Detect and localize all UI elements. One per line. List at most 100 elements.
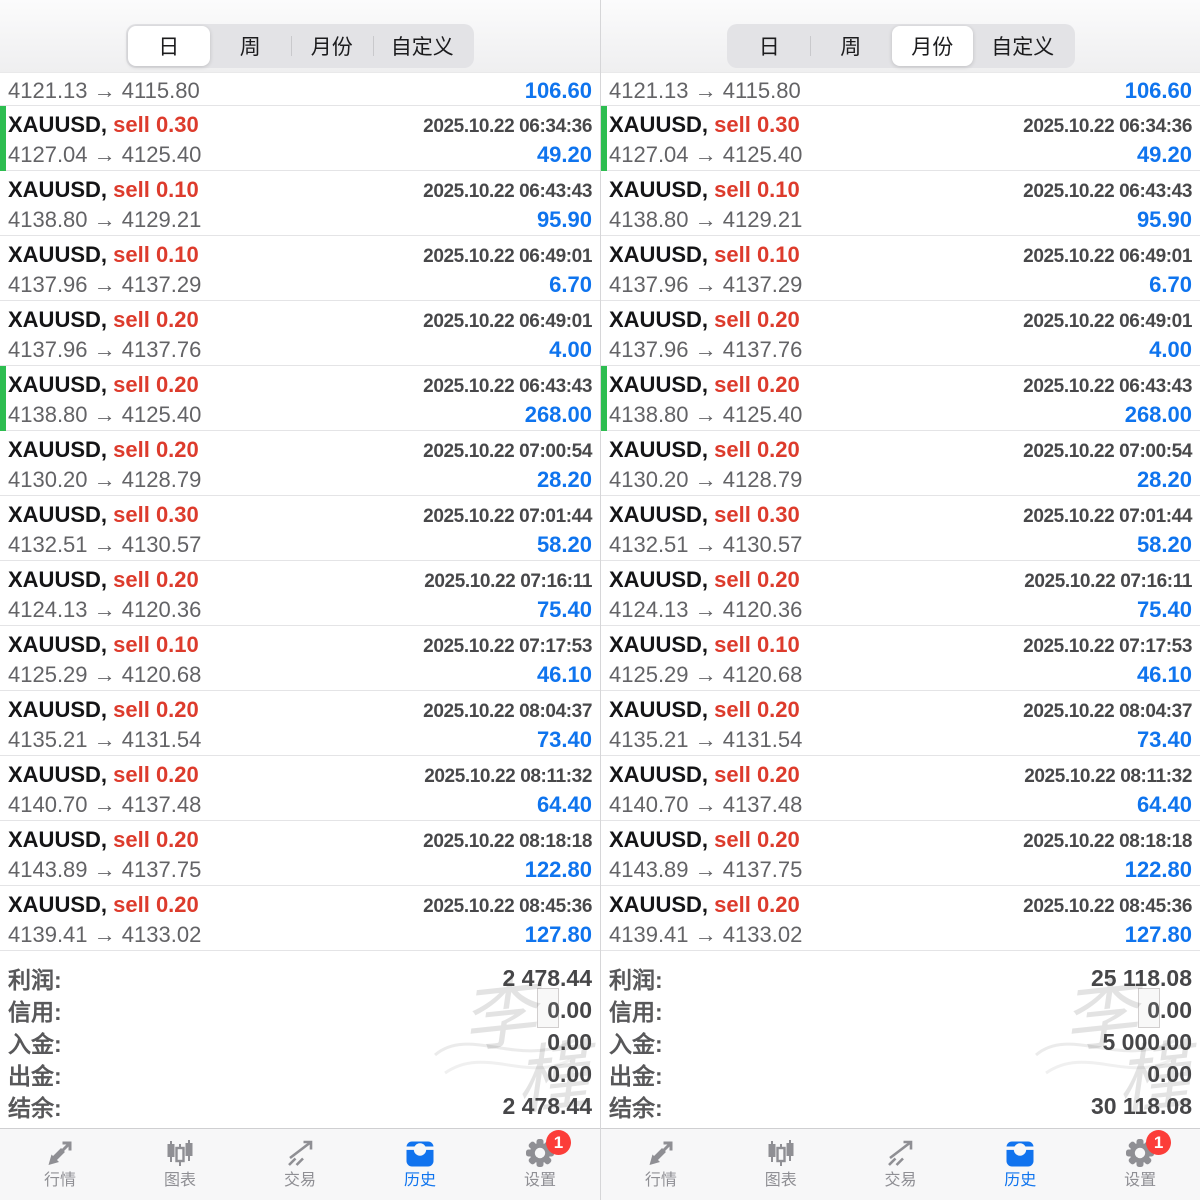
tab-history[interactable]: 历史 [960,1129,1080,1200]
tab-label: 行情 [44,1172,76,1190]
summary-line: 信用: 0.00 [8,994,592,1026]
trade-row[interactable]: XAUUSD, sell 0.10 2025.10.22 07:17:53 41… [0,626,600,691]
trade-row[interactable]: XAUUSD, sell 0.30 2025.10.22 06:34:36 41… [601,106,1200,171]
trade-timestamp: 2025.10.22 07:00:54 [1023,441,1192,463]
trade-profit: 268.00 [525,402,592,428]
trade-timestamp: 2025.10.22 06:49:01 [423,246,592,268]
trade-symbol: XAUUSD, sell 0.20 [8,307,199,333]
trade-row-partial[interactable]: 4121.13 → 4115.80 106.60 [601,73,1200,106]
quotes-icon [41,1134,79,1172]
tab-quotes[interactable]: 行情 [601,1129,721,1200]
trade-row[interactable]: XAUUSD, sell 0.20 2025.10.22 08:11:32 41… [0,756,600,821]
trade-row[interactable]: XAUUSD, sell 0.30 2025.10.22 07:01:44 41… [0,496,600,561]
trade-prices: 4138.80 → 4129.21 [609,207,802,233]
trade-row[interactable]: XAUUSD, sell 0.20 2025.10.22 08:04:37 41… [0,691,600,756]
trade-symbol: XAUUSD, sell 0.20 [609,437,800,463]
trade-symbol: XAUUSD, sell 0.30 [609,502,800,528]
summary-label: 入金: [8,1025,62,1059]
period-tab-2[interactable]: 月份 [291,26,373,66]
trade-row[interactable]: XAUUSD, sell 0.20 2025.10.22 06:49:01 41… [601,301,1200,366]
period-tab-1[interactable]: 周 [210,26,292,66]
tab-chart[interactable]: 图表 [721,1129,841,1200]
trade-row[interactable]: XAUUSD, sell 0.20 2025.10.22 08:45:36 41… [601,886,1200,951]
notification-badge: 1 [546,1130,571,1155]
trade-profit: 49.20 [537,142,592,168]
trade-timestamp: 2025.10.22 07:16:11 [424,571,592,593]
trade-row[interactable]: XAUUSD, sell 0.30 2025.10.22 06:34:36 41… [0,106,600,171]
trade-symbol: XAUUSD, sell 0.20 [8,567,199,593]
period-tab-2[interactable]: 月份 [892,26,974,66]
trade-prices: 4140.70 → 4137.48 [8,792,201,818]
trade-row[interactable]: XAUUSD, sell 0.20 2025.10.22 08:11:32 41… [601,756,1200,821]
trade-prices: 4137.96 → 4137.76 [609,337,802,363]
period-tab-0[interactable]: 日 [729,26,811,66]
trade-row[interactable]: XAUUSD, sell 0.20 2025.10.22 06:43:43 41… [0,366,600,431]
trade-profit: 64.40 [537,792,592,818]
tab-trade[interactable]: 交易 [841,1129,961,1200]
history-icon [401,1134,439,1172]
tab-label: 设置 [1124,1172,1156,1190]
trade-row[interactable]: XAUUSD, sell 0.20 2025.10.22 08:18:18 41… [0,821,600,886]
trade-row[interactable]: XAUUSD, sell 0.10 2025.10.22 06:49:01 41… [0,236,600,301]
arrow-right-icon: → [94,272,116,297]
trade-row-partial[interactable]: 4121.13 → 4115.80 106.60 [0,73,600,106]
trade-prices: 4137.96 → 4137.76 [8,337,201,363]
summary-label: 出金: [8,1057,62,1091]
trade-row[interactable]: XAUUSD, sell 0.20 2025.10.22 08:04:37 41… [601,691,1200,756]
trade-row[interactable]: XAUUSD, sell 0.20 2025.10.22 06:49:01 41… [0,301,600,366]
trade-prices: 4125.29 → 4120.68 [609,662,802,688]
trade-row[interactable]: XAUUSD, sell 0.20 2025.10.22 08:18:18 41… [601,821,1200,886]
trade-timestamp: 2025.10.22 06:43:43 [423,376,592,398]
tab-label: 历史 [1004,1172,1036,1190]
period-tab-0[interactable]: 日 [128,26,210,66]
trade-row[interactable]: XAUUSD, sell 0.10 2025.10.22 07:17:53 41… [601,626,1200,691]
tab-trade[interactable]: 交易 [240,1129,360,1200]
trade-profit: 95.90 [1137,207,1192,233]
period-tab-3[interactable]: 自定义 [973,26,1072,66]
period-tab-3[interactable]: 自定义 [373,26,472,66]
tab-history[interactable]: 历史 [360,1129,480,1200]
trade-prices: 4121.13 → 4115.80 [609,78,801,104]
summary-label: 信用: [8,993,62,1027]
trade-timestamp: 2025.10.22 08:11:32 [424,766,592,788]
summary-line: 入金: 0.00 [8,1026,592,1058]
trade-symbol: XAUUSD, sell 0.20 [8,762,199,788]
tab-settings[interactable]: 1 设置 [480,1129,600,1200]
trade-row[interactable]: XAUUSD, sell 0.30 2025.10.22 07:01:44 41… [601,496,1200,561]
trade-row[interactable]: XAUUSD, sell 0.20 2025.10.22 08:45:36 41… [0,886,600,951]
trade-row[interactable]: XAUUSD, sell 0.10 2025.10.22 06:49:01 41… [601,236,1200,301]
trade-row[interactable]: XAUUSD, sell 0.20 2025.10.22 06:43:43 41… [601,366,1200,431]
trade-symbol: XAUUSD, sell 0.10 [609,242,800,268]
trade-row[interactable]: XAUUSD, sell 0.20 2025.10.22 07:16:11 41… [0,561,600,626]
account-summary: 利润: 2 478.44 信用: 0.00 入金: 0.00 出金: 0.00 … [0,951,600,1128]
trade-row[interactable]: XAUUSD, sell 0.20 2025.10.22 07:16:11 41… [601,561,1200,626]
summary-value: 0.00 [1147,997,1192,1024]
trade-symbol: XAUUSD, sell 0.20 [609,567,800,593]
trade-row[interactable]: XAUUSD, sell 0.20 2025.10.22 07:00:54 41… [0,431,600,496]
arrow-right-icon: → [695,857,717,882]
trade-profit: 75.40 [537,597,592,623]
trade-profit: 106.60 [525,78,592,104]
arrow-right-icon: → [695,597,717,622]
account-summary: 利润: 25 118.08 信用: 0.00 入金: 5 000.00 出金: … [601,951,1200,1128]
period-tab-1[interactable]: 周 [810,26,892,66]
summary-line: 结余: 30 118.08 [609,1090,1192,1122]
tab-settings[interactable]: 1 设置 [1080,1129,1200,1200]
trade-timestamp: 2025.10.22 06:43:43 [1023,376,1192,398]
arrow-right-icon: → [94,402,116,427]
trade-row[interactable]: XAUUSD, sell 0.20 2025.10.22 07:00:54 41… [601,431,1200,496]
trade-prices: 4138.80 → 4125.40 [609,402,802,428]
trade-row[interactable]: XAUUSD, sell 0.10 2025.10.22 06:43:43 41… [601,171,1200,236]
tab-chart[interactable]: 图表 [120,1129,240,1200]
trade-timestamp: 2025.10.22 07:00:54 [423,441,592,463]
tab-quotes[interactable]: 行情 [0,1129,120,1200]
panel-month-view: 日周月份自定义 4121.13 → 4115.80 106.60 XAUUSD,… [600,0,1200,1200]
trade-row[interactable]: XAUUSD, sell 0.10 2025.10.22 06:43:43 41… [0,171,600,236]
arrow-right-icon: → [94,467,116,492]
trade-profit: 127.80 [1125,922,1192,948]
trade-timestamp: 2025.10.22 08:11:32 [1024,766,1192,788]
trade-symbol: XAUUSD, sell 0.20 [609,307,800,333]
summary-value: 0.00 [547,997,592,1024]
summary-line: 利润: 25 118.08 [609,962,1192,994]
trade-marker-bar [601,106,607,171]
